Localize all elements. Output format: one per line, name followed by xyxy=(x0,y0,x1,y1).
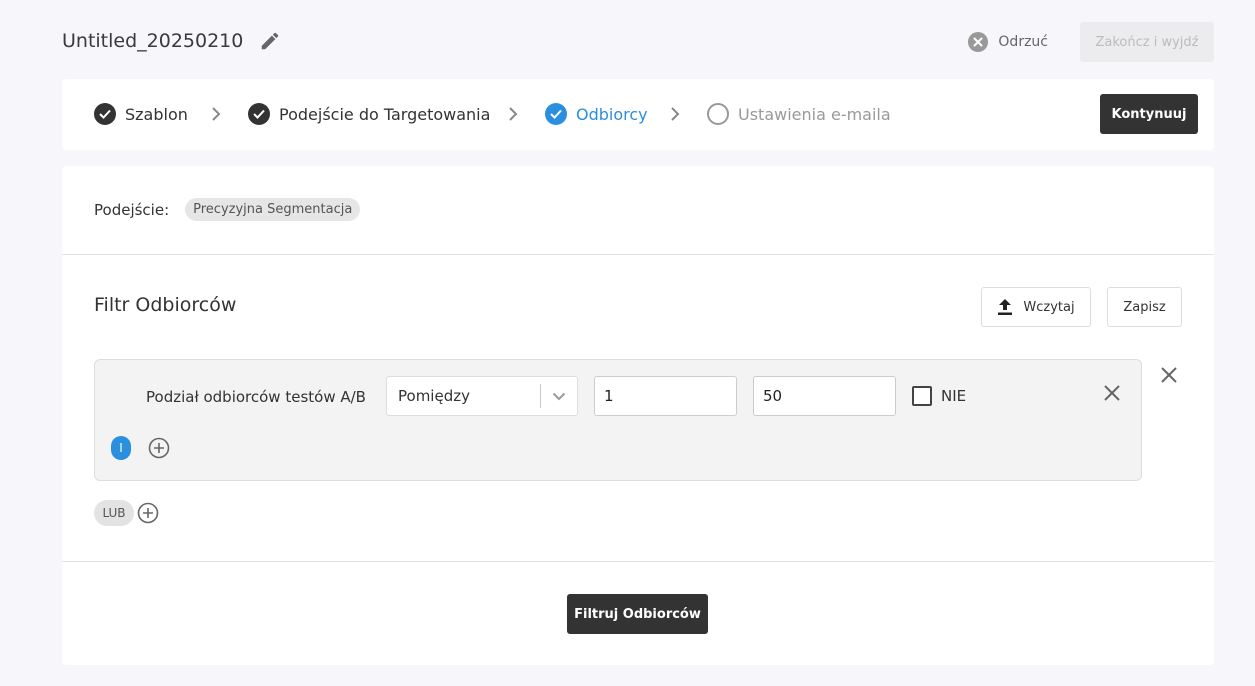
check-icon xyxy=(94,103,116,125)
condition-field-label: Podział odbiorców testów A/B xyxy=(146,388,366,406)
check-icon xyxy=(248,103,270,125)
close-circle-icon xyxy=(968,32,989,52)
range-to-input[interactable] xyxy=(753,376,896,416)
step-label: Ustawienia e-maila xyxy=(738,104,891,124)
operator-select[interactable]: Pomiędzy xyxy=(386,376,578,416)
or-chip: LUB xyxy=(94,500,134,526)
add-or-group-plus-icon[interactable] xyxy=(137,502,159,524)
filter-title: Filtr Odbiorców xyxy=(94,294,237,316)
filter-recipients-button[interactable]: Filtruj Odbiorców xyxy=(567,594,708,634)
step-template[interactable]: Szablon xyxy=(94,103,188,125)
finish-and-exit-button[interactable]: Zakończ i wyjdź xyxy=(1080,22,1214,62)
not-label: NIE xyxy=(941,387,967,405)
recipients-panel: Podejście: Precyzyjna Segmentacja Filtr … xyxy=(62,166,1214,665)
add-and-condition-plus-icon[interactable] xyxy=(148,437,170,459)
chevron-right-icon xyxy=(508,106,518,122)
upload-icon xyxy=(997,298,1013,316)
chevron-down-icon xyxy=(541,392,577,401)
discard-label: Odrzuć xyxy=(998,34,1048,50)
approach-chip: Precyzyjna Segmentacja xyxy=(185,198,361,221)
step-label: Odbiorcy xyxy=(576,104,648,124)
top-bar: Untitled_20250210 Odrzuć Zakończ i wyjdź xyxy=(62,22,1214,62)
load-filter-label: Wczytaj xyxy=(1023,299,1075,315)
stepper: Szablon Podejście do Targetowania Odbior… xyxy=(62,79,1214,150)
step-label: Szablon xyxy=(125,104,188,124)
chevron-right-icon xyxy=(211,106,221,122)
divider xyxy=(62,561,1214,562)
operator-value: Pomiędzy xyxy=(398,387,470,405)
approach-label: Podejście: xyxy=(94,200,170,219)
remove-condition-close-icon[interactable] xyxy=(1102,383,1122,403)
step-targeting-approach[interactable]: Podejście do Targetowania xyxy=(248,103,490,125)
step-label: Podejście do Targetowania xyxy=(279,104,491,124)
check-icon xyxy=(545,103,567,125)
range-from-input[interactable] xyxy=(594,376,737,416)
condition-group: Podział odbiorców testów A/B Pomiędzy NI… xyxy=(94,359,1142,481)
chevron-right-icon xyxy=(670,106,680,122)
document-title: Untitled_20250210 xyxy=(62,30,244,52)
checkbox-box[interactable] xyxy=(912,386,932,406)
and-chip: I xyxy=(111,436,131,460)
document-title-area: Untitled_20250210 xyxy=(62,30,281,52)
empty-circle-icon xyxy=(707,103,729,125)
save-filter-button[interactable]: Zapisz xyxy=(1107,287,1182,327)
continue-button[interactable]: Kontynuuj xyxy=(1100,94,1198,134)
discard-button[interactable]: Odrzuć xyxy=(968,32,1048,52)
step-recipients[interactable]: Odbiorcy xyxy=(545,103,648,125)
not-checkbox[interactable]: NIE xyxy=(912,386,966,406)
remove-group-close-icon[interactable] xyxy=(1159,365,1179,385)
divider xyxy=(62,254,1214,255)
load-filter-button[interactable]: Wczytaj xyxy=(981,287,1091,327)
pencil-icon[interactable] xyxy=(259,30,281,52)
approach-row: Podejście: Precyzyjna Segmentacja xyxy=(94,198,361,221)
step-email-settings[interactable]: Ustawienia e-maila xyxy=(707,103,891,125)
